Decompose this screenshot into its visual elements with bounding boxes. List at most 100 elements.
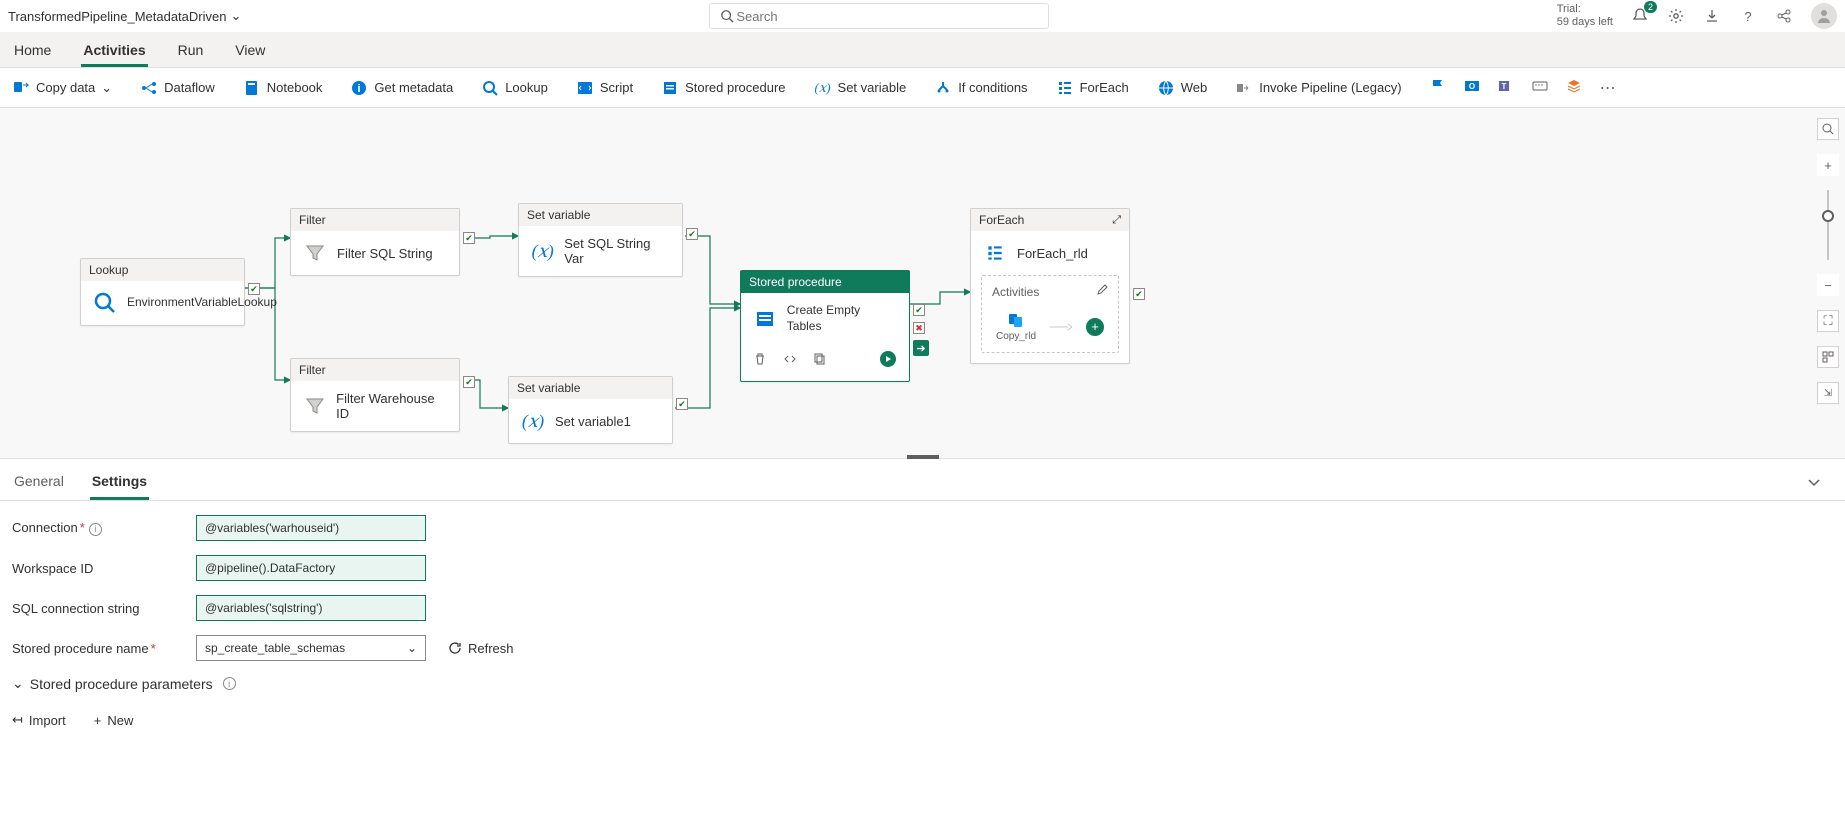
field-connection: Connection*i @variables('warhouseid'): [12, 515, 1833, 541]
tool-script[interactable]: Script: [576, 79, 633, 97]
tool-get-metadata[interactable]: iGet metadata: [350, 79, 453, 97]
tool-foreach[interactable]: ForEach: [1056, 79, 1129, 97]
trial-status: Trial: 59 days left: [1557, 3, 1613, 29]
node-filter-sql[interactable]: Filter Filter SQL String: [290, 208, 460, 276]
foreach-activities-container[interactable]: Activities Copy_rld +: [981, 275, 1119, 353]
tab-activities[interactable]: Activities: [81, 36, 147, 67]
zoom-slider-thumb[interactable]: [1822, 210, 1834, 222]
code-icon[interactable]: [783, 352, 797, 369]
pipeline-canvas[interactable]: Lookup EnvironmentVariableLookup ✔ Filte…: [0, 108, 1845, 458]
refresh-button[interactable]: Refresh: [448, 641, 514, 656]
tab-home[interactable]: Home: [12, 36, 53, 67]
failure-port-icon[interactable]: ✖: [913, 322, 925, 334]
success-port-icon[interactable]: ✔: [1133, 288, 1145, 300]
tool-copy-data[interactable]: Copy data⌄: [12, 79, 112, 97]
node-filter-wh-name: Filter Warehouse ID: [336, 391, 447, 421]
workspace-input[interactable]: @pipeline().DataFactory: [196, 555, 426, 581]
search-canvas-icon[interactable]: [1817, 118, 1839, 140]
panel-tab-settings[interactable]: Settings: [90, 469, 149, 500]
required-icon: *: [80, 520, 85, 535]
success-port-icon[interactable]: ✔: [248, 283, 260, 295]
tool-if-conditions[interactable]: If conditions: [934, 79, 1027, 97]
chevron-down-icon: ⌄: [230, 8, 241, 24]
tool-dataflow[interactable]: Dataflow: [140, 79, 215, 97]
zoom-out-button[interactable]: −: [1817, 274, 1839, 296]
panel-resize-handle[interactable]: [907, 455, 939, 459]
info-icon[interactable]: i: [89, 523, 102, 536]
zoom-slider[interactable]: [1827, 190, 1829, 260]
import-button[interactable]: ↤ Import: [12, 712, 66, 728]
notifications-icon[interactable]: 2: [1631, 7, 1649, 25]
minimize-icon[interactable]: ⇲: [1817, 382, 1839, 404]
edit-icon[interactable]: [1096, 284, 1108, 299]
tab-view[interactable]: View: [233, 36, 267, 67]
notification-badge: 2: [1644, 1, 1657, 13]
stored-procedure-select[interactable]: sp_create_table_schemas ⌄: [196, 635, 426, 661]
node-filter-sql-name: Filter SQL String: [337, 246, 433, 261]
layout-icon[interactable]: [1817, 346, 1839, 368]
search-input[interactable]: [736, 9, 1040, 24]
tool-lookup[interactable]: Lookup: [481, 79, 548, 97]
sql-connection-input[interactable]: @variables('sqlstring'): [196, 595, 426, 621]
node-stored-procedure[interactable]: Stored procedure Create Empty Tables: [740, 270, 910, 382]
skip-port-icon[interactable]: ➔: [913, 340, 929, 356]
more-icon[interactable]: ⋯: [1600, 78, 1616, 98]
tool-web[interactable]: Web: [1157, 79, 1208, 97]
copy-icon[interactable]: [813, 352, 827, 369]
success-port-icon[interactable]: ✔: [463, 376, 475, 388]
stack-icon[interactable]: [1566, 78, 1582, 97]
add-activity-button[interactable]: +: [1086, 318, 1104, 336]
info-icon[interactable]: i: [223, 677, 236, 690]
expand-icon[interactable]: ⤢: [1112, 214, 1121, 227]
node-foreach-type: ForEach: [979, 213, 1024, 227]
tool-set-variable[interactable]: (𝑥)Set variable: [814, 79, 907, 97]
foreach-inner-activity[interactable]: Copy_rld: [996, 311, 1036, 342]
teams-icon[interactable]: T: [1498, 78, 1514, 97]
search-icon: [718, 7, 736, 25]
delete-icon[interactable]: [753, 352, 767, 369]
flag-icon[interactable]: [1430, 78, 1446, 97]
node-foreach[interactable]: ForEach ⤢ ForEach_rld Activities Copy_rl…: [970, 208, 1130, 364]
node-setvar2[interactable]: Set variable (𝑥) Set variable1: [508, 376, 673, 444]
tool-invoke-pipeline[interactable]: Invoke Pipeline (Legacy): [1235, 79, 1401, 97]
notebook-icon: [243, 79, 261, 97]
help-icon[interactable]: ?: [1739, 7, 1757, 25]
zoom-in-button[interactable]: +: [1817, 154, 1839, 176]
node-setvar1[interactable]: Set variable (𝑥) Set SQL String Var: [518, 203, 683, 277]
run-icon[interactable]: [879, 350, 897, 371]
success-port-icon[interactable]: ✔: [913, 304, 925, 316]
connection-input[interactable]: @variables('warhouseid'): [196, 515, 426, 541]
success-port-icon[interactable]: ✔: [686, 228, 698, 240]
success-port-icon[interactable]: ✔: [676, 398, 688, 410]
node-lookup[interactable]: Lookup EnvironmentVariableLookup: [80, 258, 245, 326]
outlook-icon[interactable]: O: [1464, 78, 1480, 97]
activities-toolbar: Copy data⌄ Dataflow Notebook iGet metada…: [0, 68, 1845, 108]
node-lookup-name: EnvironmentVariableLookup: [127, 295, 277, 311]
share-icon[interactable]: [1775, 7, 1793, 25]
node-filter-wh[interactable]: Filter Filter Warehouse ID: [290, 358, 460, 432]
link-layer: [0, 108, 1845, 458]
panel-tab-general[interactable]: General: [12, 469, 66, 500]
new-button[interactable]: + New: [94, 712, 134, 728]
pipeline-name-dropdown[interactable]: TransformedPipeline_MetadataDriven ⌄: [8, 8, 241, 24]
settings-icon[interactable]: [1667, 7, 1685, 25]
field-workspace: Workspace ID @pipeline().DataFactory: [12, 555, 1833, 581]
sp-params-section[interactable]: ⌄ Stored procedure parameters i: [12, 675, 1833, 692]
script-icon: [576, 79, 594, 97]
set-var-icon: (𝑥): [531, 239, 554, 263]
panel-collapse-icon[interactable]: [1795, 469, 1833, 500]
copy-data-icon: [1007, 311, 1025, 329]
toolbar-extra: O T ⋯: [1430, 78, 1616, 98]
tab-run[interactable]: Run: [176, 36, 206, 67]
node-setvar1-name: Set SQL String Var: [564, 236, 670, 266]
user-avatar[interactable]: [1811, 3, 1837, 29]
tool-notebook[interactable]: Notebook: [243, 79, 323, 97]
node-sproc-type: Stored procedure: [741, 271, 909, 293]
fit-screen-icon[interactable]: ⛶: [1817, 310, 1839, 332]
search-box[interactable]: [709, 3, 1049, 29]
tool-stored-procedure[interactable]: Stored procedure: [661, 79, 785, 97]
success-port-icon[interactable]: ✔: [463, 232, 475, 244]
keyboard-icon[interactable]: [1532, 78, 1548, 97]
chevron-down-icon: ⌄: [407, 641, 417, 655]
download-icon[interactable]: [1703, 7, 1721, 25]
